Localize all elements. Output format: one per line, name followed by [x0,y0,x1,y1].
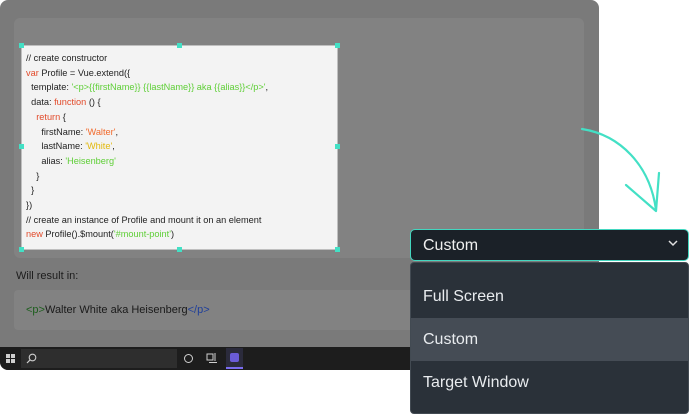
result-text: <p>Walter White aka Heisenberg</p> [26,304,210,316]
resize-handle-bottom-left[interactable] [19,247,24,252]
resize-handle-top-right[interactable] [335,43,340,48]
code-line: template: '<p>{{firstName}} {{lastName}}… [26,80,268,95]
code-token: Profile = Vue.extend({ [38,67,131,78]
result-label: Will result in: [16,270,79,282]
code-line: lastName: 'White', [26,139,268,154]
capture-mode-menu: Full Screen Custom Target Window [410,262,689,414]
code-token: firstName: [26,126,86,137]
capture-mode-value: Custom [423,237,479,254]
code-token: , [265,82,269,93]
code-token: alias: [26,155,66,166]
code-token: ) [170,229,175,240]
code-token: return [36,111,61,122]
resize-handle-top[interactable] [177,43,182,48]
code-token: } [26,170,40,181]
code-line: firstName: 'Walter', [26,125,268,140]
chevron-down-icon [668,240,678,247]
code-line: } [26,183,268,198]
code-line: // create constructor [26,51,268,66]
code-line: // create an instance of Profile and mou… [26,213,268,228]
code-token: // create constructor [26,53,108,63]
resize-handle-top-left[interactable] [19,43,24,48]
resize-handle-bottom-right[interactable] [335,247,340,252]
windows-start-icon[interactable] [6,354,15,363]
code-line: alias: 'Heisenberg' [26,154,268,169]
code-token: data: [26,97,55,108]
code-line: } [26,169,268,184]
code-line: var Profile = Vue.extend({ [26,66,268,81]
capture-selection[interactable]: // create constructor var Profile = Vue.e… [19,43,340,252]
code-token: , [112,141,115,152]
code-token: { [60,111,66,122]
result-close-tag: </p> [187,304,210,316]
code-token: }) [26,200,33,211]
code-token: 'Heisenberg' [65,155,116,166]
code-line: return { [26,110,268,125]
code-token: 'Walter' [85,126,116,137]
code-line: data: function () { [26,95,268,110]
code-token: () { [86,97,101,108]
code-token: '#mount-point' [113,229,171,240]
code-line: }) [26,198,268,213]
code-line: new Profile().$mount('#mount-point') [26,227,268,242]
resize-handle-left[interactable] [19,144,24,149]
code-token: new [26,229,43,240]
code-token: } [26,185,35,196]
option-custom[interactable]: Custom [411,318,688,361]
code-token: 'White' [85,141,113,152]
resize-handle-bottom[interactable] [177,247,182,252]
taskbar-search[interactable] [21,349,177,368]
code-block: // create constructor var Profile = Vue.e… [26,51,268,242]
code-token: function [54,97,87,108]
task-view-icon[interactable] [206,352,218,364]
app-icon[interactable] [226,348,243,369]
code-token: '<p>{{firstName}} {{lastName}} aka {{ali… [71,82,266,93]
code-token: lastName: [26,141,86,152]
code-token: , [115,126,119,137]
pointer-arrow-icon [580,127,661,213]
code-token: // create an instance of Profile and mou… [26,214,262,225]
search-icon [26,353,37,364]
option-full-screen[interactable]: Full Screen [411,275,688,318]
result-open-tag: <p> [26,304,45,316]
capture-mode-select[interactable]: Custom [410,229,689,261]
app-icon-glyph [230,353,239,362]
code-token: Profile().$mount( [42,229,114,240]
option-target-window[interactable]: Target Window [411,361,688,404]
result-output: Walter White aka Heisenberg [44,304,188,316]
cortana-icon[interactable] [184,354,193,363]
code-token: var [26,67,39,78]
code-token: template: [26,82,72,93]
resize-handle-right[interactable] [335,144,340,149]
stage: Will result in: <p>Walter White aka Heis… [0,0,690,415]
